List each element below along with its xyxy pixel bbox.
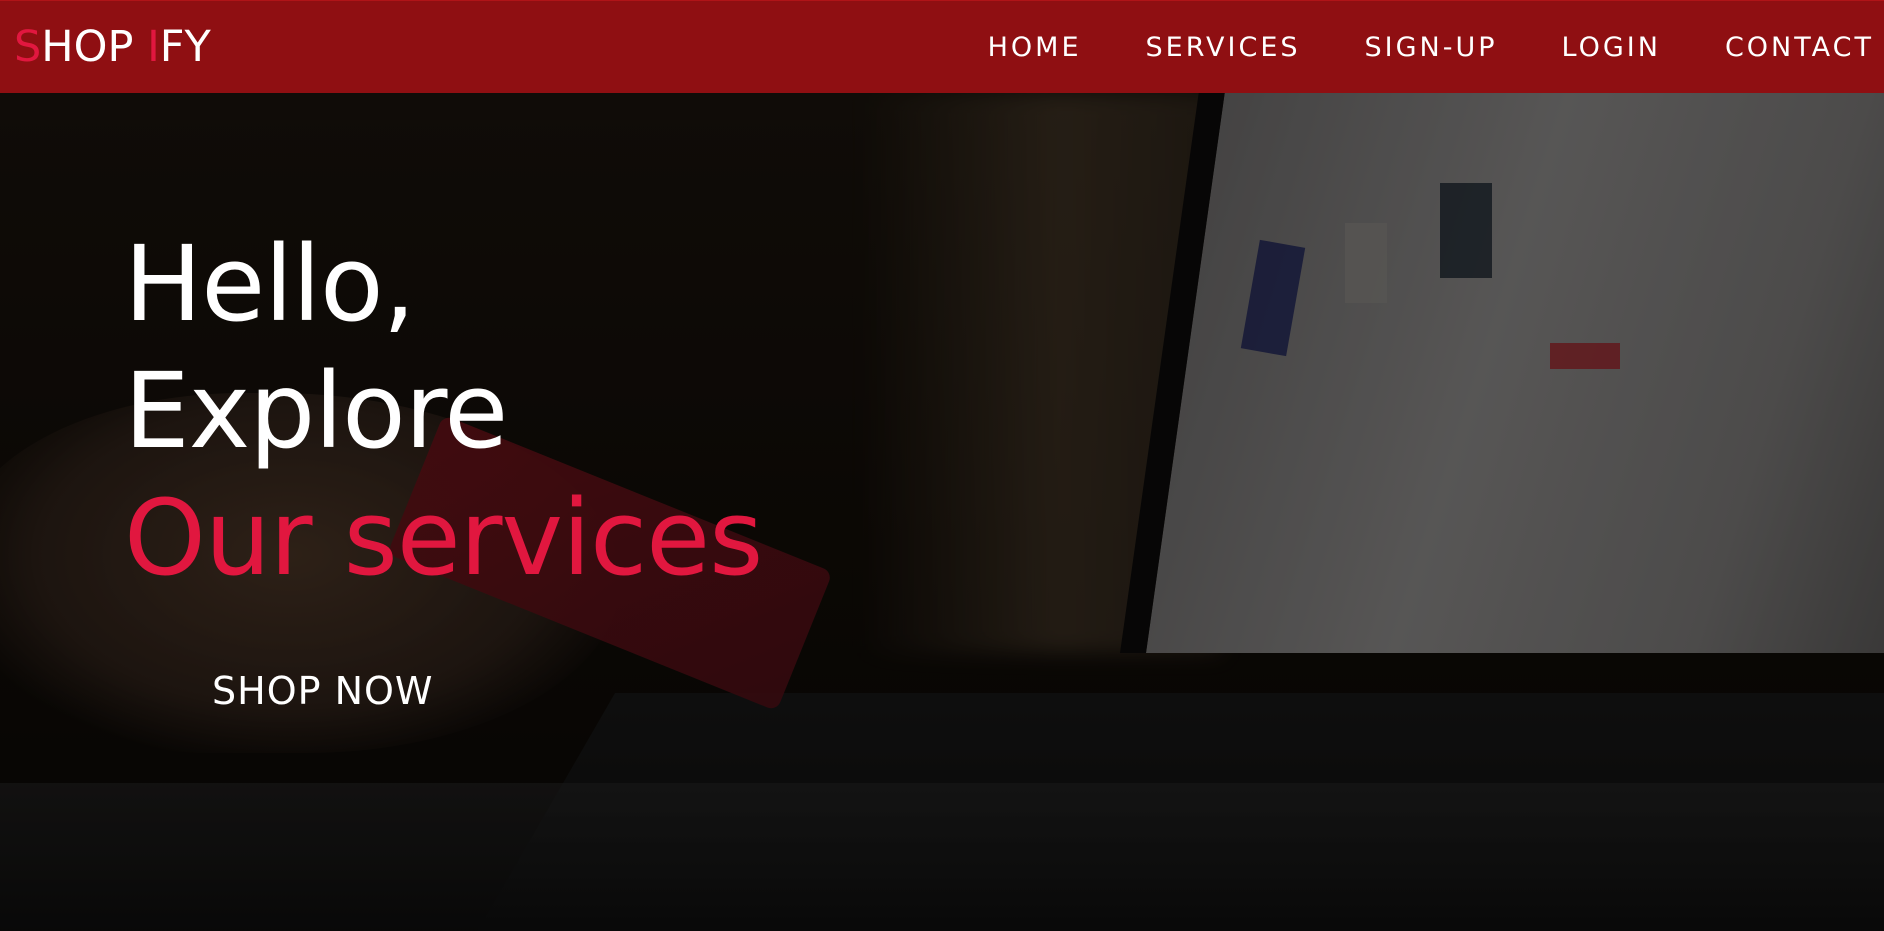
top-navbar: SHOP IFY HOME SERVICES SIGN-UP LOGIN CON… (0, 0, 1884, 93)
logo-text-hop: HOP (41, 22, 148, 72)
hero-heading: Hello, Explore Our services (124, 221, 763, 602)
nav-link-services[interactable]: SERVICES (1146, 1, 1301, 94)
nav-link-contact[interactable]: CONTACT (1725, 1, 1874, 94)
shopify-logo[interactable]: SHOP IFY (14, 23, 211, 71)
shop-now-button[interactable]: SHOP NOW (212, 669, 434, 713)
hero-section: Hello, Explore Our services SHOP NOW (0, 93, 1884, 931)
logo-letter-i: I (147, 22, 160, 72)
hero-line-hello: Hello, (124, 223, 416, 345)
nav-menu: HOME SERVICES SIGN-UP LOGIN CONTACT (924, 1, 1874, 94)
nav-link-sign-up[interactable]: SIGN-UP (1365, 1, 1498, 94)
hero-line-explore: Explore (124, 350, 508, 472)
logo-letter-s: S (14, 22, 42, 72)
hero-line-our-services: Our services (124, 477, 763, 599)
logo-text-fy: FY (159, 22, 211, 72)
nav-link-home[interactable]: HOME (988, 1, 1082, 94)
nav-link-login[interactable]: LOGIN (1562, 1, 1661, 94)
